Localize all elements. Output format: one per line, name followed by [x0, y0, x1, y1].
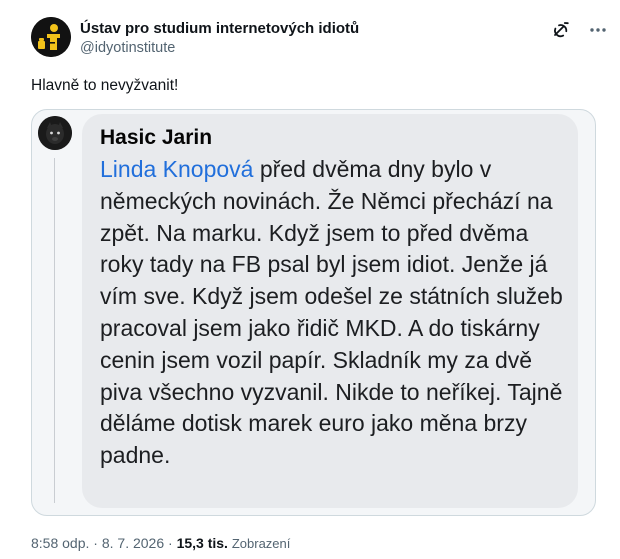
- author-name[interactable]: Ústav pro studium internetových idiotů: [80, 19, 359, 38]
- author-block: Ústav pro studium internetových idiotů @…: [80, 19, 359, 58]
- embedded-mention: Linda Knopová: [100, 156, 254, 182]
- author-avatar[interactable]: [31, 17, 71, 57]
- embedded-author-name: Hasic Jarin: [100, 126, 213, 149]
- views-count: 15,3 tis.: [176, 535, 228, 551]
- thread-line: [54, 158, 55, 503]
- embedded-comment-text: Linda Knopová před dvěma dny bylo v něme…: [100, 154, 570, 472]
- views-label: Zobrazení: [231, 536, 291, 551]
- tweet: Ústav pro studium internetových idiotů @…: [0, 0, 620, 559]
- grok-icon[interactable]: [551, 20, 571, 40]
- tweet-meta: 8:58 odp. · 8. 7. 2026 · 15,3 tis. Zobra…: [31, 533, 290, 554]
- tweet-media-image[interactable]: Hasic Jarin Linda Knopová před dvěma dny…: [31, 109, 596, 516]
- tweet-text: Hlavně to nevyžvanit!: [31, 77, 179, 94]
- tweet-date[interactable]: 8. 7. 2026: [102, 535, 164, 551]
- author-handle[interactable]: @idyotinstitute: [80, 39, 359, 58]
- more-icon[interactable]: [588, 20, 608, 40]
- embedded-author-avatar: [38, 116, 72, 150]
- embedded-comment-bubble: Hasic Jarin Linda Knopová před dvěma dny…: [82, 114, 578, 508]
- author-logo: [31, 17, 71, 57]
- meta-separator: ·: [164, 535, 177, 551]
- meta-separator: ·: [89, 535, 102, 551]
- tweet-time[interactable]: 8:58 odp.: [31, 535, 89, 551]
- embedded-comment-body: před dvěma dny bylo v německých novinách…: [100, 156, 563, 469]
